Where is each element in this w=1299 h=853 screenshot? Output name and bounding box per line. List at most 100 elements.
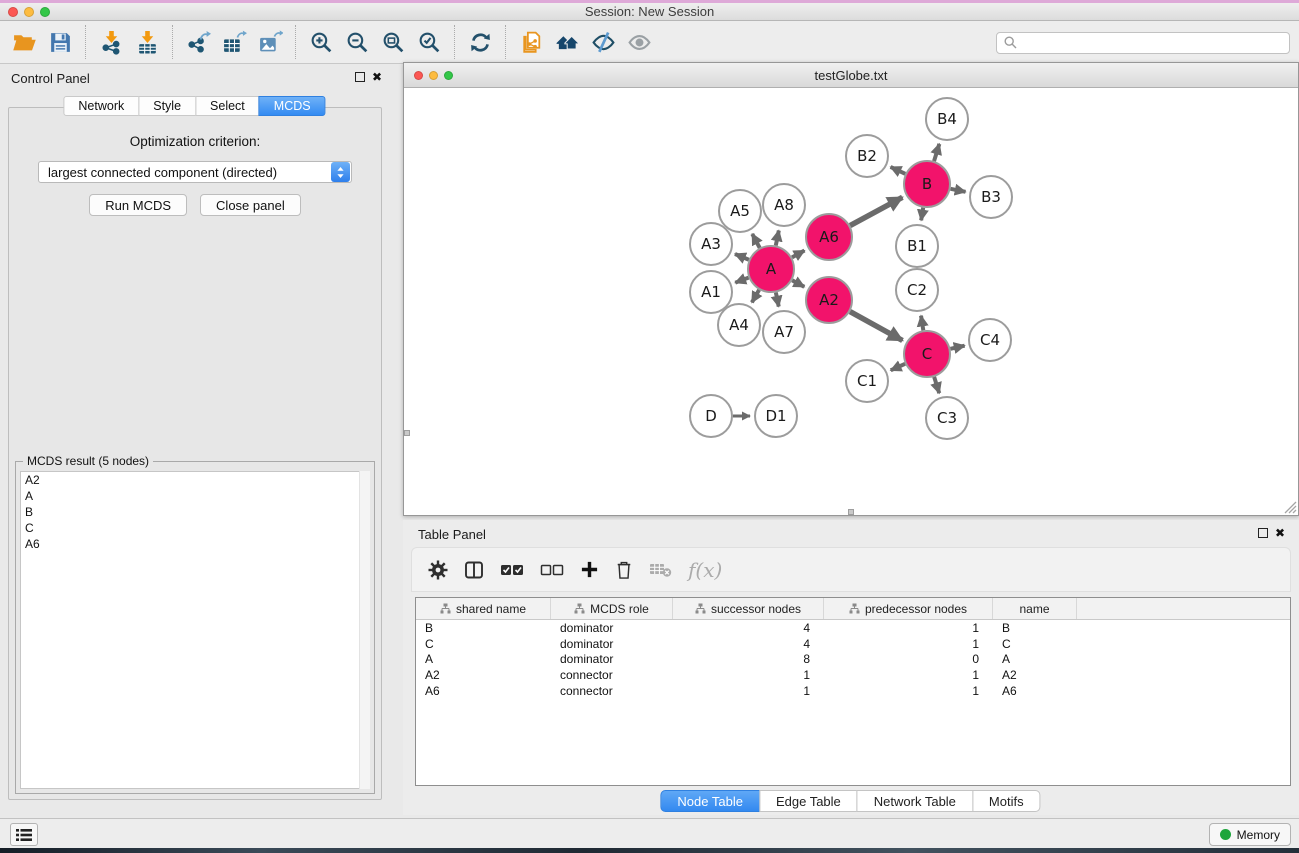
node-A1[interactable]: A1 — [690, 271, 732, 313]
zoom-in-icon[interactable] — [303, 24, 339, 60]
function-builder-icon[interactable]: f(x) — [688, 558, 722, 582]
task-history-button[interactable] — [10, 823, 38, 846]
close-panel-icon[interactable]: ✖ — [372, 71, 382, 83]
edge-C-C3[interactable] — [934, 377, 939, 393]
node-B3[interactable]: B3 — [970, 176, 1012, 218]
table-cell[interactable]: B — [993, 621, 1077, 635]
node-A8[interactable]: A8 — [763, 184, 805, 226]
edge-A-A7[interactable] — [776, 293, 779, 307]
mcds-result-item[interactable]: B — [21, 504, 369, 520]
node-A7[interactable]: A7 — [763, 311, 805, 353]
table-cell[interactable]: A — [416, 652, 551, 666]
network-window-titlebar[interactable]: testGlobe.txt — [404, 63, 1298, 88]
tab-edge-table[interactable]: Edge Table — [759, 790, 858, 812]
zoom-selected-icon[interactable] — [411, 24, 447, 60]
frame-resize-handle-bottom[interactable] — [848, 509, 854, 515]
resize-grip-icon[interactable] — [1283, 500, 1297, 514]
tab-motifs[interactable]: Motifs — [972, 790, 1041, 812]
create-column-plus-icon[interactable] — [580, 560, 599, 579]
edge-A-A5[interactable] — [752, 234, 759, 248]
node-A[interactable]: A — [748, 246, 794, 292]
edge-A-A4[interactable] — [752, 290, 759, 303]
float-table-panel-icon[interactable] — [1258, 528, 1268, 538]
tab-mcds[interactable]: MCDS — [259, 96, 326, 116]
node-A6[interactable]: A6 — [806, 214, 852, 260]
zoom-fit-icon[interactable] — [375, 24, 411, 60]
node-D1[interactable]: D1 — [755, 395, 797, 437]
node-A3[interactable]: A3 — [690, 223, 732, 265]
table-row[interactable]: A2connector11A2 — [416, 667, 1290, 683]
table-cell[interactable]: dominator — [551, 637, 673, 651]
close-panel-button[interactable]: Close panel — [200, 194, 301, 216]
refresh-view-icon[interactable] — [462, 24, 498, 60]
edge-A6-B[interactable] — [850, 197, 902, 225]
table-row[interactable]: A6connector11A6 — [416, 683, 1290, 699]
edge-B-B1[interactable] — [921, 208, 923, 221]
import-network-icon[interactable] — [93, 24, 129, 60]
table-cell[interactable]: C — [993, 637, 1077, 651]
table-row[interactable]: Cdominator41C — [416, 636, 1290, 652]
node-B2[interactable]: B2 — [846, 135, 888, 177]
table-cell[interactable]: 1 — [673, 684, 824, 698]
result-scrollbar[interactable] — [359, 471, 370, 789]
table-cell[interactable]: 1 — [824, 637, 993, 651]
close-table-panel-icon[interactable]: ✖ — [1275, 527, 1285, 539]
save-session-icon[interactable] — [42, 24, 78, 60]
export-image-icon[interactable] — [252, 24, 288, 60]
table-cell[interactable]: A — [993, 652, 1077, 666]
network-minimize-button[interactable] — [429, 71, 438, 80]
node-A5[interactable]: A5 — [719, 190, 761, 232]
float-panel-icon[interactable] — [355, 72, 365, 82]
edge-C-C2[interactable] — [921, 316, 923, 331]
column-header-name[interactable]: name — [993, 598, 1077, 619]
table-cell[interactable]: A2 — [416, 668, 551, 682]
node-D[interactable]: D — [690, 395, 732, 437]
node-C2[interactable]: C2 — [896, 269, 938, 311]
mcds-result-list[interactable]: A2ABCA6 — [20, 471, 370, 789]
network-canvas[interactable]: B4B2BB3A5A8A6B1A3AC2A1A2A4A7C4CC1DD1C3 — [404, 88, 1298, 515]
maximize-window-button[interactable] — [40, 7, 50, 17]
table-cell[interactable]: A6 — [993, 684, 1077, 698]
tab-select[interactable]: Select — [195, 96, 260, 116]
show-columns-icon[interactable] — [464, 560, 484, 580]
table-options-gear-icon[interactable] — [428, 560, 448, 580]
delete-columns-trash-icon[interactable] — [615, 559, 633, 580]
node-A2[interactable]: A2 — [806, 277, 852, 323]
table-cell[interactable]: 4 — [673, 621, 824, 635]
export-table-icon[interactable] — [216, 24, 252, 60]
node-B1[interactable]: B1 — [896, 225, 938, 267]
mcds-result-item[interactable]: A6 — [21, 536, 369, 552]
import-table-icon[interactable] — [129, 24, 165, 60]
network-close-button[interactable] — [414, 71, 423, 80]
table-cell[interactable]: connector — [551, 668, 673, 682]
column-header-MCDS-role[interactable]: MCDS role — [551, 598, 673, 619]
edge-C-C4[interactable] — [950, 346, 964, 349]
column-header-shared-name[interactable]: shared name — [416, 598, 551, 619]
node-C[interactable]: C — [904, 331, 950, 377]
table-cell[interactable]: 1 — [824, 684, 993, 698]
node-A4[interactable]: A4 — [718, 304, 760, 346]
edge-A-A1[interactable] — [735, 278, 748, 283]
table-cell[interactable]: A6 — [416, 684, 551, 698]
preview-eye-icon[interactable] — [621, 24, 657, 60]
unselect-all-columns-icon[interactable] — [540, 563, 564, 577]
edge-A-A3[interactable] — [735, 254, 749, 260]
tab-network-table[interactable]: Network Table — [857, 790, 973, 812]
zoom-out-icon[interactable] — [339, 24, 375, 60]
node-B4[interactable]: B4 — [926, 98, 968, 140]
open-session-icon[interactable] — [6, 24, 42, 60]
column-header-predecessor-nodes[interactable]: predecessor nodes — [824, 598, 993, 619]
network-maximize-button[interactable] — [444, 71, 453, 80]
minimize-window-button[interactable] — [24, 7, 34, 17]
edge-C-C1[interactable] — [891, 364, 905, 370]
table-cell[interactable]: B — [416, 621, 551, 635]
node-B[interactable]: B — [904, 161, 950, 207]
table-cell[interactable]: dominator — [551, 621, 673, 635]
edge-A-A2[interactable] — [792, 280, 804, 286]
column-header-successor-nodes[interactable]: successor nodes — [673, 598, 824, 619]
tab-style[interactable]: Style — [138, 96, 196, 116]
criterion-dropdown[interactable]: largest connected component (directed) — [38, 161, 352, 183]
node-C4[interactable]: C4 — [969, 319, 1011, 361]
select-all-columns-icon[interactable] — [500, 563, 524, 577]
delete-table-icon[interactable] — [649, 561, 672, 578]
